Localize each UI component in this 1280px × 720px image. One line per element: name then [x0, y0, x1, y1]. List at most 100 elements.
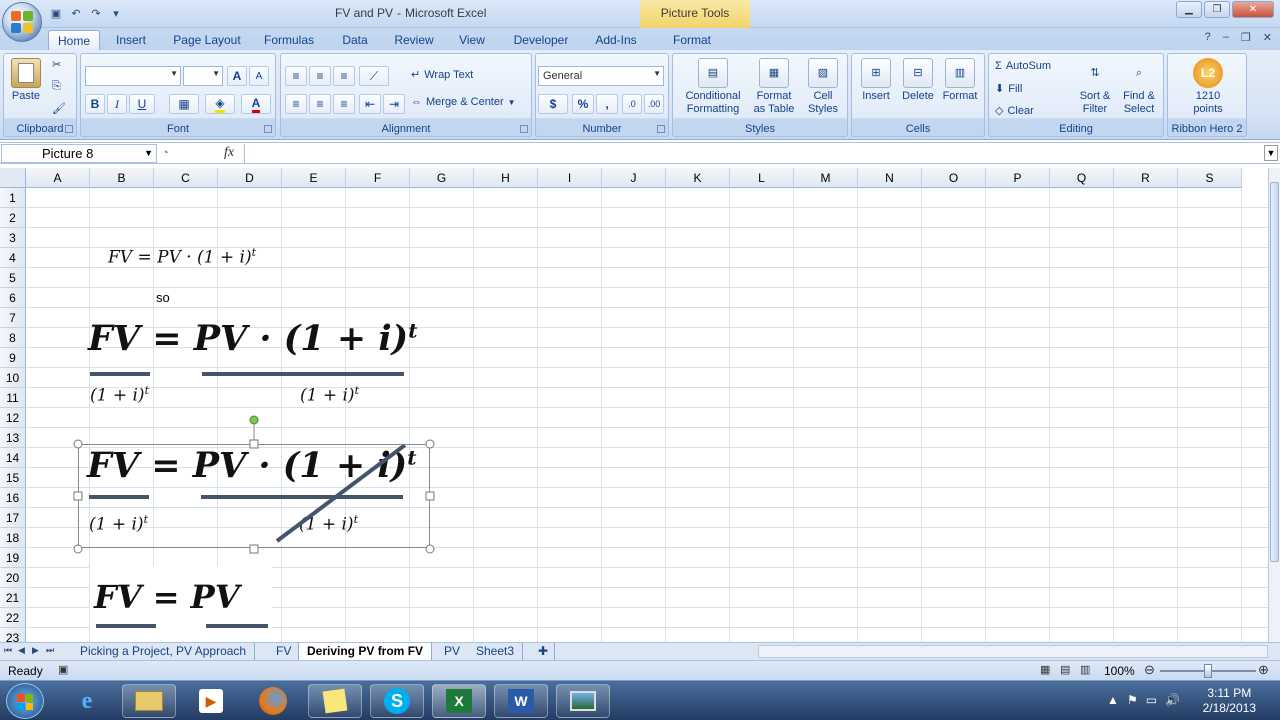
close-button[interactable]: ✕: [1232, 1, 1274, 18]
borders-button[interactable]: ▦: [169, 94, 199, 114]
sheet-tab-fv[interactable]: FV: [268, 643, 301, 660]
next-sheet-icon[interactable]: ▶: [32, 645, 39, 656]
cut-icon[interactable]: ✂: [52, 58, 61, 71]
row-header-18[interactable]: 18: [0, 528, 26, 548]
ribbon-restore-icon[interactable]: ❐: [1241, 31, 1251, 44]
row-header-21[interactable]: 21: [0, 588, 26, 608]
italic-button[interactable]: I: [107, 94, 127, 114]
tab-format[interactable]: Format: [662, 30, 722, 50]
number-format-combo[interactable]: General ▼: [538, 66, 664, 86]
font-color-button[interactable]: A: [241, 94, 271, 114]
taskbar-clock[interactable]: 3:11 PM 2/18/2013: [1203, 686, 1256, 716]
orientation-button[interactable]: ⟋: [359, 66, 389, 86]
fill-button[interactable]: ⬇ Fill: [995, 82, 1022, 96]
expand-formula-bar-icon[interactable]: ▼: [1264, 145, 1278, 161]
column-header-o[interactable]: O: [922, 168, 986, 188]
row-header-5[interactable]: 5: [0, 268, 26, 288]
row-header-14[interactable]: 14: [0, 448, 26, 468]
row-header-16[interactable]: 16: [0, 488, 26, 508]
format-painter-icon[interactable]: 🖌: [52, 102, 66, 115]
show-hidden-icons-icon[interactable]: ▲: [1107, 693, 1119, 707]
number-launcher-icon[interactable]: [657, 125, 665, 133]
ribbon-hero-button[interactable]: L2 1210 points: [1172, 58, 1244, 116]
row-header-17[interactable]: 17: [0, 508, 26, 528]
tab-data[interactable]: Data: [333, 30, 377, 50]
taskbar-skype[interactable]: S: [370, 684, 424, 718]
sheet-tab-picking-project[interactable]: Picking a Project, PV Approach: [72, 643, 256, 660]
merge-center-button[interactable]: ⇔ Merge & Center ▼: [411, 96, 516, 108]
name-box[interactable]: Picture 8 ▼: [1, 144, 157, 163]
row-header-12[interactable]: 12: [0, 408, 26, 428]
row-header-9[interactable]: 9: [0, 348, 26, 368]
formula-input[interactable]: [244, 144, 1260, 163]
column-header-l[interactable]: L: [730, 168, 794, 188]
column-header-i[interactable]: I: [538, 168, 602, 188]
delete-cells-button[interactable]: ⊟ Delete: [898, 58, 938, 103]
help-icon[interactable]: ?: [1205, 31, 1211, 44]
row-header-11[interactable]: 11: [0, 388, 26, 408]
ribbon-minimize-icon[interactable]: –: [1223, 31, 1229, 44]
taskbar-firefox[interactable]: [246, 684, 300, 718]
equation-image-fv-equals-pv[interactable]: FV = PV: [90, 566, 272, 642]
autosum-button[interactable]: Σ AutoSum: [995, 60, 1051, 72]
page-break-view-icon[interactable]: ▥: [1080, 663, 1090, 676]
column-header-n[interactable]: N: [858, 168, 922, 188]
row-header-3[interactable]: 3: [0, 228, 26, 248]
wrap-text-button[interactable]: ↵ Wrap Text: [411, 68, 473, 82]
insert-cells-button[interactable]: ⊞ Insert: [856, 58, 896, 103]
row-header-6[interactable]: 6: [0, 288, 26, 308]
row-header-7[interactable]: 7: [0, 308, 26, 328]
row-header-1[interactable]: 1: [0, 188, 26, 208]
insert-function-button[interactable]: fx: [224, 145, 234, 161]
zoom-out-icon[interactable]: ⊖: [1144, 662, 1155, 678]
percent-button[interactable]: %: [572, 94, 594, 114]
fill-color-button[interactable]: ◈: [205, 94, 235, 114]
tab-home[interactable]: Home: [48, 30, 100, 50]
row-header-20[interactable]: 20: [0, 568, 26, 588]
insert-sheet-icon[interactable]: ✚: [532, 643, 556, 660]
column-header-f[interactable]: F: [346, 168, 410, 188]
column-header-g[interactable]: G: [410, 168, 474, 188]
column-header-s[interactable]: S: [1178, 168, 1242, 188]
minimize-button[interactable]: ▁: [1176, 1, 1202, 18]
column-header-m[interactable]: M: [794, 168, 858, 188]
row-header-15[interactable]: 15: [0, 468, 26, 488]
find-select-button[interactable]: ⌕ Find & Select: [1117, 58, 1161, 116]
copy-icon[interactable]: ⎘: [52, 80, 61, 93]
column-header-r[interactable]: R: [1114, 168, 1178, 188]
taskbar-excel[interactable]: X: [432, 684, 486, 718]
align-right-button[interactable]: ≡: [333, 94, 355, 114]
row-header-13[interactable]: 13: [0, 428, 26, 448]
align-top-button[interactable]: ≡: [285, 66, 307, 86]
column-header-d[interactable]: D: [218, 168, 282, 188]
currency-button[interactable]: $: [538, 94, 568, 114]
clipboard-launcher-icon[interactable]: [65, 125, 73, 133]
row-header-2[interactable]: 2: [0, 208, 26, 228]
decrease-decimal-button[interactable]: .00: [644, 94, 664, 114]
row-header-10[interactable]: 10: [0, 368, 26, 388]
volume-icon[interactable]: 🔊: [1165, 693, 1180, 707]
column-header-b[interactable]: B: [90, 168, 154, 188]
tab-review[interactable]: Review: [388, 30, 440, 50]
grow-font-button[interactable]: A: [227, 66, 247, 86]
tab-add-ins[interactable]: Add-Ins: [586, 30, 646, 50]
last-sheet-icon[interactable]: ⏭: [46, 645, 54, 656]
prev-sheet-icon[interactable]: ◀: [18, 645, 25, 656]
taskbar-explorer[interactable]: [122, 684, 176, 718]
column-header-k[interactable]: K: [666, 168, 730, 188]
column-header-e[interactable]: E: [282, 168, 346, 188]
flag-icon[interactable]: ⚑: [1127, 693, 1138, 707]
equation-image-fv-formula[interactable]: FV = PV · (1 + i)t: [108, 246, 256, 268]
bold-button[interactable]: B: [85, 94, 105, 114]
taskbar-picture-viewer[interactable]: [556, 684, 610, 718]
comma-button[interactable]: ,: [596, 94, 618, 114]
macro-record-icon[interactable]: ▣: [58, 663, 68, 676]
equation-image-divide-both-sides[interactable]: FV = PV · (1 + i)t (1 + i)t (1 + i)t: [86, 316, 417, 412]
rotation-handle-icon[interactable]: [249, 415, 259, 425]
zoom-in-icon[interactable]: ⊕: [1258, 662, 1269, 678]
tab-developer[interactable]: Developer: [506, 30, 576, 50]
clear-button[interactable]: ◇ Clear: [995, 104, 1034, 118]
align-bottom-button[interactable]: ≡: [333, 66, 355, 86]
sheet-tab-pv[interactable]: PV: [436, 643, 470, 660]
align-left-button[interactable]: ≡: [285, 94, 307, 114]
